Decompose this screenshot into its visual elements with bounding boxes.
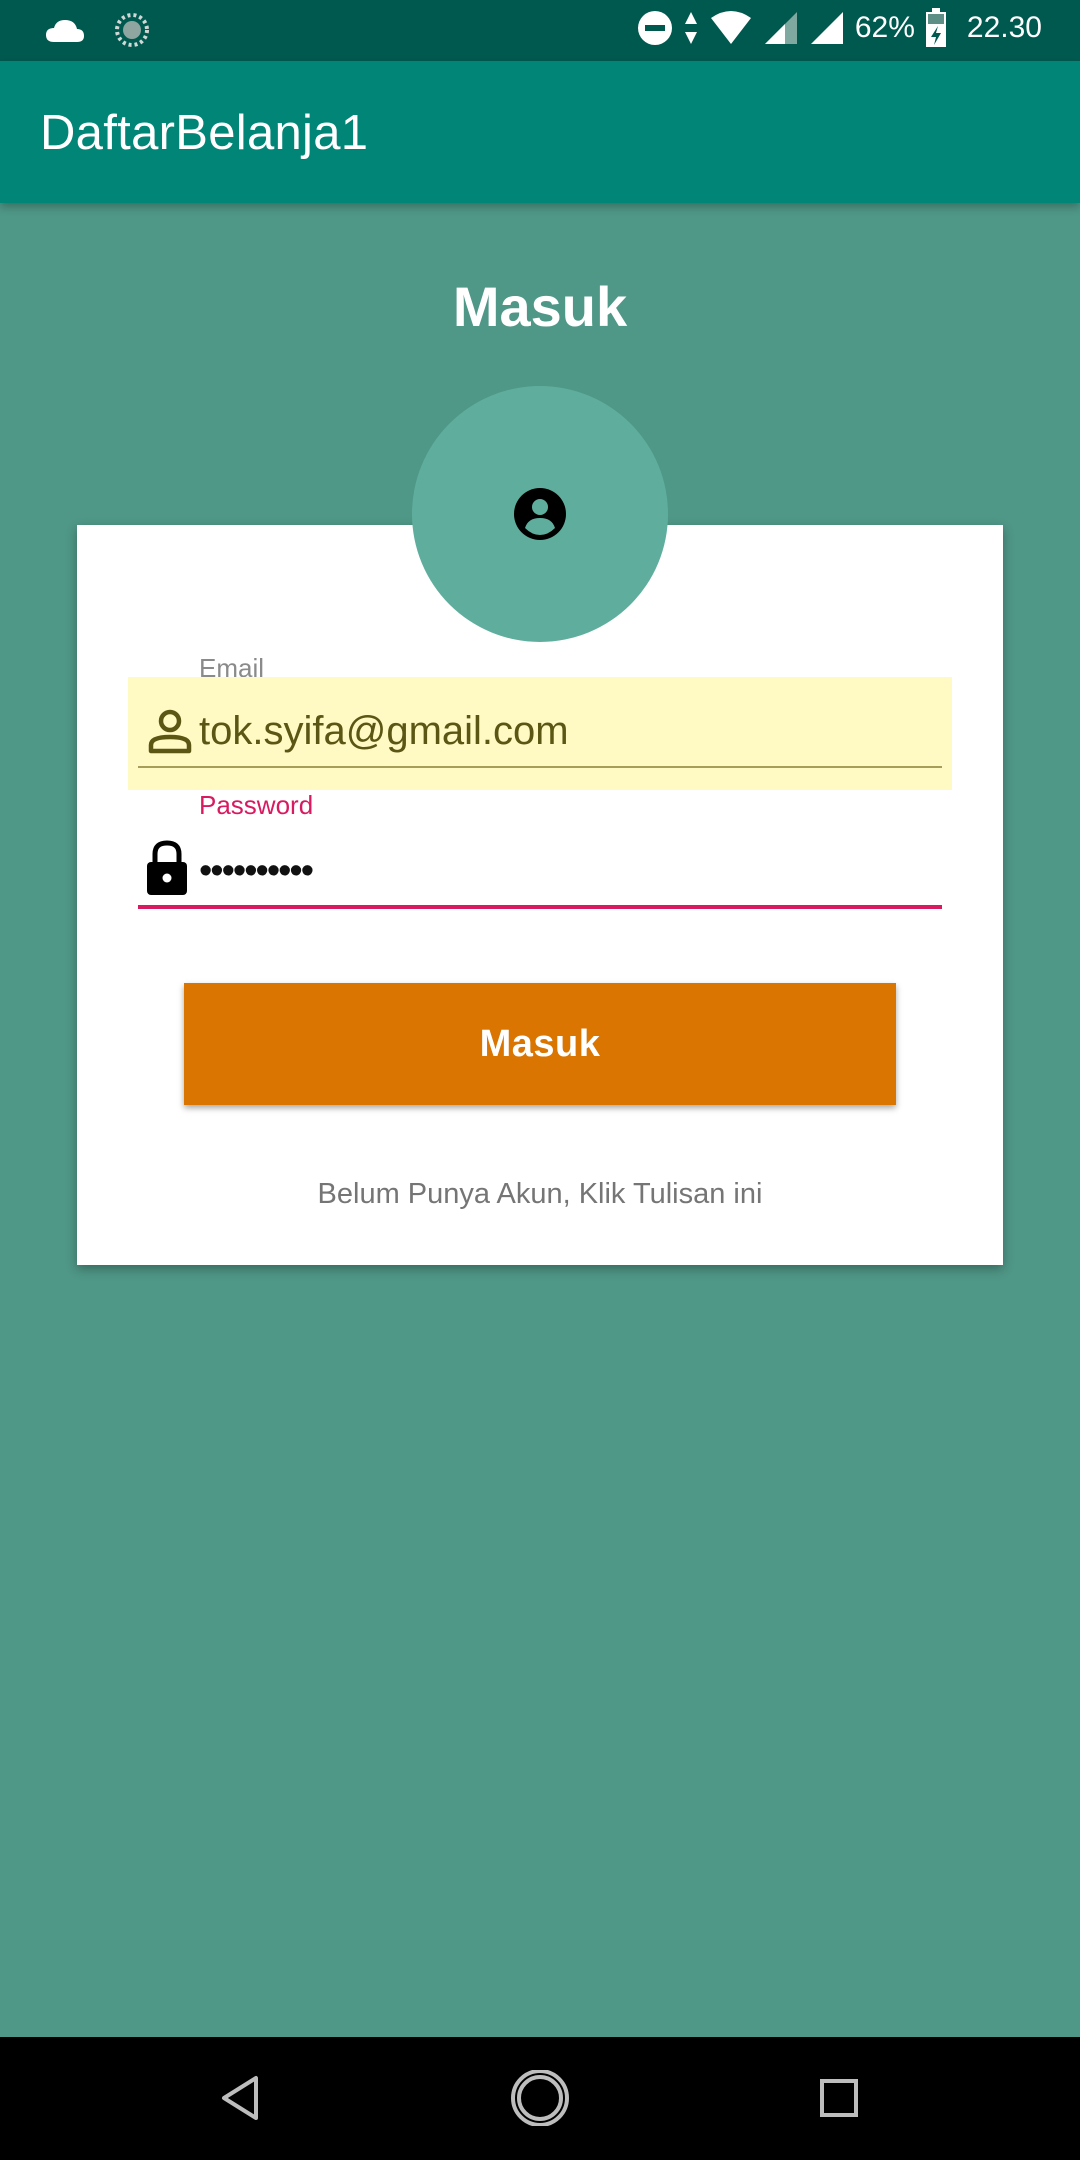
battery-percent: 62% xyxy=(854,11,915,44)
wifi-icon xyxy=(709,10,753,46)
app-bar: DaftarBelanja1 xyxy=(0,61,1080,203)
status-right-icons: 62% 22.30 xyxy=(637,8,1042,48)
page-title: Masuk xyxy=(452,275,628,338)
email-field[interactable]: tok.syifa@gmail.com xyxy=(128,677,952,790)
register-link[interactable]: Belum Punya Akun, Klik Tulisan ini xyxy=(0,1178,1080,1211)
cloud-icon xyxy=(44,16,86,44)
recents-icon[interactable] xyxy=(816,2070,862,2131)
avatar xyxy=(412,386,668,642)
password-input[interactable]: •••••••••• xyxy=(199,850,314,893)
account-circle-icon xyxy=(514,488,566,540)
back-icon[interactable] xyxy=(216,2070,266,2131)
navigation-bar xyxy=(0,2037,1080,2160)
app-title: DaftarBelanja1 xyxy=(40,106,369,160)
lock-icon xyxy=(145,840,189,901)
signal-icon xyxy=(809,10,845,46)
email-input[interactable]: tok.syifa@gmail.com xyxy=(199,709,569,754)
do-not-disturb-icon xyxy=(637,10,673,46)
login-button[interactable]: Masuk xyxy=(184,983,896,1105)
person-icon xyxy=(148,709,192,760)
data-arrows-icon xyxy=(683,10,699,46)
status-time: 22.30 xyxy=(966,11,1042,44)
password-underline xyxy=(138,905,942,909)
signal-icon xyxy=(763,10,799,46)
battery-charging-icon xyxy=(925,8,947,48)
password-label: Password xyxy=(199,790,314,820)
status-bar: 62% 22.30 xyxy=(0,0,1080,61)
home-icon[interactable] xyxy=(508,2069,572,2131)
email-underline xyxy=(138,766,942,768)
sync-icon xyxy=(114,12,150,48)
status-left-icons xyxy=(44,12,150,48)
